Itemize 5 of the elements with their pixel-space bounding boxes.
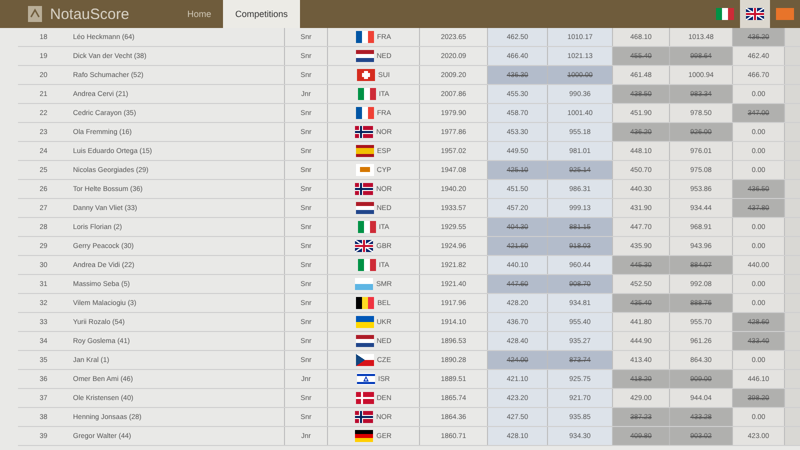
brand-name[interactable]: NotauScore bbox=[50, 0, 130, 28]
nav-tab[interactable]: Competitions bbox=[223, 0, 300, 28]
language-button[interactable] bbox=[740, 0, 770, 28]
nav-tab[interactable]: Home bbox=[175, 0, 224, 28]
logo-icon bbox=[28, 6, 42, 22]
